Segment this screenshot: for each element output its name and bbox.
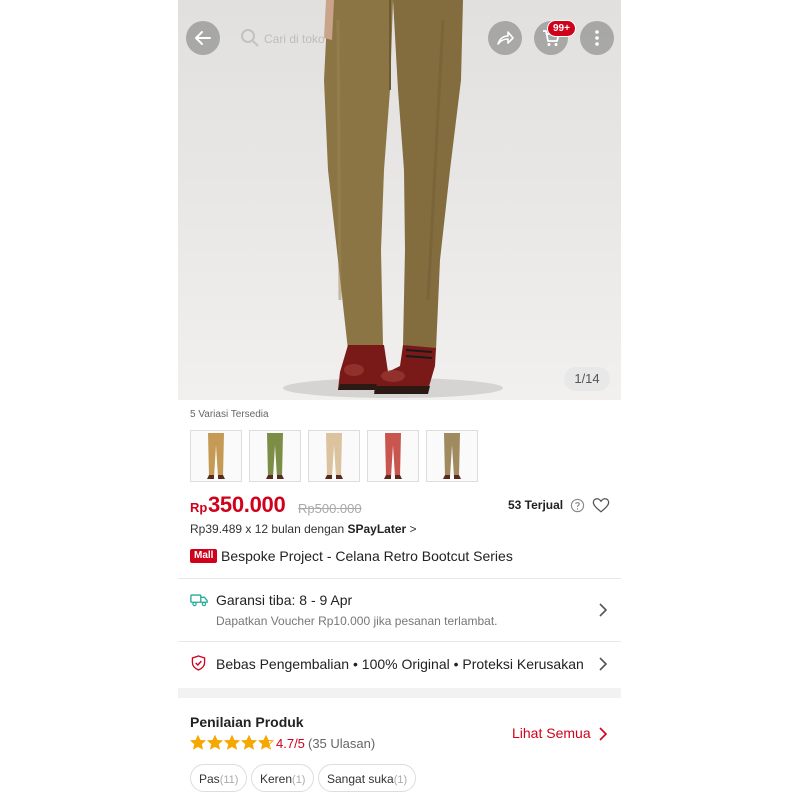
rating-tag-count: (1) [393, 774, 408, 786]
rating-tag-label: Pas [199, 772, 220, 786]
variant-thumbnail[interactable] [249, 430, 301, 482]
sold-count: 53 Terjual [508, 498, 564, 512]
divider [178, 578, 621, 579]
cart-count-badge: 99+ [547, 20, 576, 37]
variant-thumbnail[interactable] [367, 430, 419, 482]
search-icon [241, 29, 259, 47]
product-image-gallery[interactable]: Cari di toko 99+ 1/14 [178, 0, 621, 400]
star-icon [224, 735, 240, 750]
section-separator [178, 688, 621, 698]
product-title: Bespoke Project - Celana Retro Bootcut S… [221, 548, 513, 564]
share-icon [497, 31, 514, 45]
chevron-right-icon[interactable] [598, 726, 608, 742]
shipping-title: Garansi tiba: 8 - 9 Apr [216, 592, 353, 608]
search-input[interactable]: Cari di toko [264, 32, 325, 46]
variants-label: 5 Variasi Tersedia [190, 409, 269, 420]
star-icon [258, 735, 274, 750]
installment-link[interactable]: Rp39.489 x 12 bulan dengan SPayLater > [190, 522, 417, 536]
variant-thumbnail[interactable] [308, 430, 360, 482]
installment-brand: SPayLater [347, 522, 407, 536]
product-page: Cari di toko 99+ 1/14 5 Variasi Tersedia… [178, 0, 621, 800]
image-counter: 1/14 [564, 367, 610, 391]
installment-text: Rp39.489 x 12 bulan dengan [190, 522, 345, 536]
more-options-button[interactable] [580, 21, 614, 55]
product-photo [283, 0, 503, 398]
rating-score: 4.7/5 [276, 736, 305, 751]
see-all-ratings-link[interactable]: Lihat Semua [512, 725, 591, 741]
share-button[interactable] [488, 21, 522, 55]
rating-tag-count: (11) [219, 774, 239, 786]
rating-tag-chip[interactable]: Pas(11) [190, 764, 248, 792]
chevron-right-icon [599, 657, 608, 671]
rating-count: (35 Ulasan) [308, 736, 376, 751]
rating-tag-chip[interactable]: Sangat suka(1) [318, 764, 417, 792]
rating-stars [190, 735, 274, 750]
price-current: 350.000 [208, 492, 286, 517]
arrow-left-icon [195, 31, 211, 45]
rating-tag-chip[interactable]: Keren(1) [251, 764, 315, 792]
back-button[interactable] [186, 21, 220, 55]
help-circle-icon[interactable] [570, 498, 585, 513]
shipping-guarantee-row[interactable]: Garansi tiba: 8 - 9 Apr Dapatkan Voucher… [178, 580, 621, 640]
more-vertical-icon [595, 30, 599, 46]
star-icon [241, 735, 257, 750]
truck-icon [190, 594, 208, 607]
price-currency: Rp [190, 500, 208, 515]
star-icon [190, 735, 206, 750]
chevron-right-icon [599, 603, 608, 617]
variant-pants-image [443, 433, 461, 479]
heart-icon[interactable] [592, 497, 610, 514]
guarantee-text: Bebas Pengembalian • 100% Original • Pro… [216, 656, 584, 672]
rating-tag-label: Keren [260, 772, 293, 786]
variant-thumbnail[interactable] [190, 430, 242, 482]
variant-pants-image [207, 433, 225, 479]
variant-pants-image [325, 433, 343, 479]
variant-pants-image [266, 433, 284, 479]
shield-icon [191, 655, 206, 671]
variant-pants-image [384, 433, 402, 479]
mall-badge: Mall [190, 549, 218, 563]
rating-tag-label: Sangat suka [327, 772, 394, 786]
installment-chevron: > [409, 522, 417, 536]
star-icon [207, 735, 223, 750]
rating-tag-count: (1) [292, 774, 306, 786]
ratings-title: Penilaian Produk [190, 714, 304, 730]
variant-thumbnail[interactable] [426, 430, 478, 482]
price-original: Rp500.000 [298, 501, 362, 516]
shipping-subtitle: Dapatkan Voucher Rp10.000 jika pesanan t… [216, 614, 498, 628]
guarantee-row[interactable]: Bebas Pengembalian • 100% Original • Pro… [178, 642, 621, 686]
